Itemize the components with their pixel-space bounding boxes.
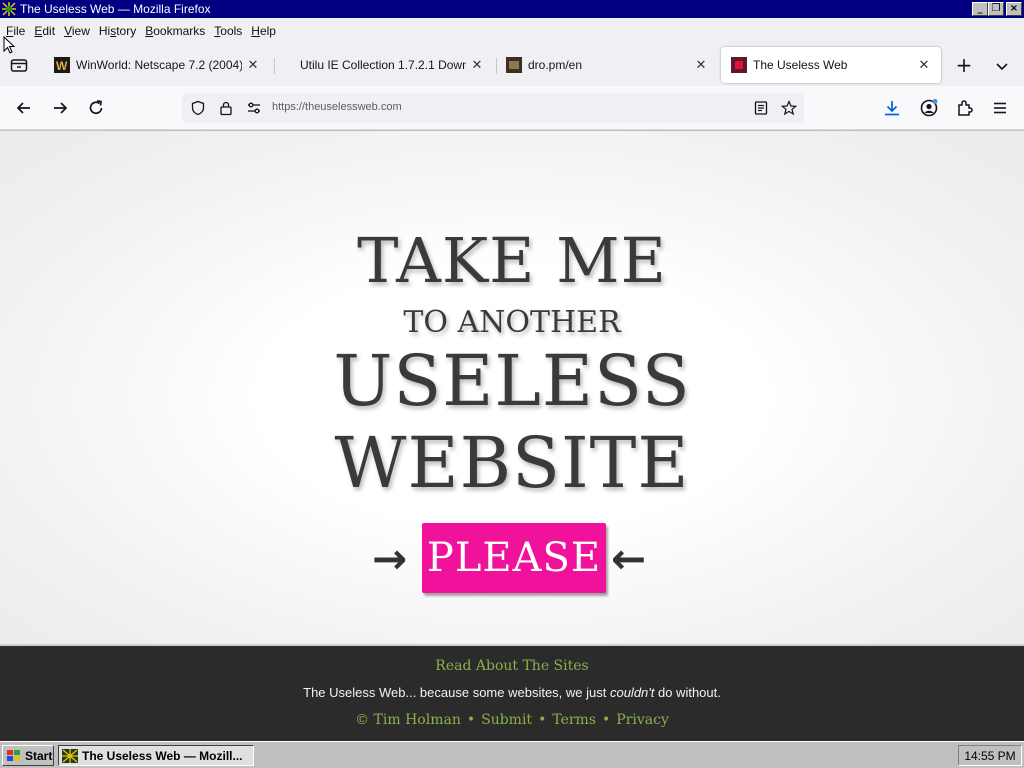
headline-useless: USELESS [333, 340, 691, 422]
url-bar[interactable]: https://theuselessweb.com [182, 93, 804, 123]
firefox-view-icon[interactable] [10, 57, 28, 73]
menu-help[interactable]: Help [249, 24, 283, 38]
menu-bookmarks[interactable]: Bookmarks [143, 24, 212, 38]
right-arrow-icon: → [372, 534, 408, 583]
taskbar: Start The Useless Web — Mozill... 14:55 … [0, 741, 1024, 768]
extensions-icon[interactable] [955, 98, 975, 118]
reload-icon[interactable] [86, 98, 106, 118]
terms-link[interactable]: Terms [552, 712, 596, 728]
close-tab-icon[interactable]: ✕ [917, 58, 931, 73]
close-tab-icon[interactable]: ✕ [246, 58, 260, 73]
restore-button[interactable]: ❐ [988, 2, 1004, 16]
headline-website: WEBSITE [334, 422, 690, 504]
url-text[interactable]: https://theuselessweb.com [272, 101, 402, 113]
chevron-down-icon[interactable] [992, 56, 1012, 76]
account-icon[interactable] [919, 98, 939, 118]
hamburger-menu-icon[interactable] [990, 98, 1010, 118]
footer-tagline: The Useless Web... because some websites… [303, 685, 721, 700]
dro-icon [506, 57, 522, 73]
tab-dro[interactable]: dro.pm/en ✕ [496, 47, 718, 83]
separator: • [538, 712, 547, 728]
navigation-bar: https://theuselessweb.com [0, 86, 1024, 130]
windows-logo-icon [7, 749, 20, 761]
download-icon[interactable] [882, 98, 902, 118]
firefox-app-icon [2, 2, 16, 16]
permissions-icon[interactable] [246, 100, 262, 116]
tab-winworld[interactable]: W WinWorld: Netscape 7.2 (2004) (IS ✕ [44, 47, 270, 83]
reader-view-icon[interactable] [753, 100, 769, 116]
page-footer: Read About The Sites The Useless Web... … [0, 644, 1024, 741]
submit-link[interactable]: Submit [481, 712, 532, 728]
headline-to-another: TO ANOTHER [403, 305, 621, 340]
system-clock: 14:55 PM [958, 745, 1022, 766]
mouse-cursor-icon [3, 36, 15, 54]
tab-strip: W WinWorld: Netscape 7.2 (2004) (IS ✕ Ut… [0, 44, 1024, 86]
close-tab-icon[interactable]: ✕ [694, 58, 708, 73]
menu-view[interactable]: View [62, 24, 97, 38]
menu-bar: File Edit View History Bookmarks Tools H… [0, 18, 1024, 44]
svg-text:W: W [56, 59, 68, 73]
footer-links: © Tim Holman • Submit • Terms • Privacy [0, 712, 1024, 728]
page-content: TAKE ME TO ANOTHER USELESS WEBSITE → PLE… [0, 131, 1024, 644]
minimize-button[interactable]: _ [972, 2, 988, 16]
menu-edit[interactable]: Edit [32, 24, 62, 38]
tab-title: Utilu IE Collection 1.7.2.1 Download [300, 58, 466, 72]
please-button[interactable]: PLEASE [422, 523, 606, 593]
copyright-link[interactable]: © Tim Holman [355, 712, 461, 728]
new-tab-button[interactable]: + [952, 54, 976, 78]
taskbar-firefox-button[interactable]: The Useless Web — Mozill... [58, 745, 254, 766]
about-sites-link[interactable]: Read About The Sites [0, 658, 1024, 674]
firefox-app-icon [62, 748, 78, 763]
window-title: The Useless Web — Mozilla Firefox [20, 2, 211, 16]
tab-utilu[interactable]: Utilu IE Collection 1.7.2.1 Download ✕ [290, 47, 494, 83]
close-button[interactable]: × [1006, 2, 1022, 16]
start-label: Start [25, 748, 53, 763]
privacy-link[interactable]: Privacy [616, 712, 669, 728]
start-button[interactable]: Start [2, 745, 54, 766]
taskbar-task-label: The Useless Web — Mozill... [82, 748, 243, 763]
tab-title: dro.pm/en [528, 58, 583, 72]
forward-arrow-icon[interactable] [50, 98, 70, 118]
headline-take-me: TAKE ME [357, 224, 667, 297]
menu-tools[interactable]: Tools [212, 24, 249, 38]
tab-useless-web[interactable]: The Useless Web ✕ [721, 47, 941, 83]
useless-web-icon [731, 57, 747, 73]
left-arrow-icon: ← [611, 534, 647, 583]
tab-title: The Useless Web [753, 58, 848, 72]
window-title-bar: The Useless Web — Mozilla Firefox _ ❐ × [0, 0, 1024, 18]
separator: • [602, 712, 611, 728]
close-tab-icon[interactable]: ✕ [470, 58, 484, 73]
tab-title: WinWorld: Netscape 7.2 (2004) (IS [76, 58, 242, 72]
shield-icon[interactable] [190, 100, 206, 116]
lock-icon[interactable] [218, 100, 234, 116]
menu-history[interactable]: History [97, 24, 143, 38]
back-arrow-icon[interactable] [14, 98, 34, 118]
separator: • [466, 712, 476, 728]
winworld-icon: W [54, 57, 70, 73]
bookmark-star-icon[interactable] [781, 100, 797, 116]
